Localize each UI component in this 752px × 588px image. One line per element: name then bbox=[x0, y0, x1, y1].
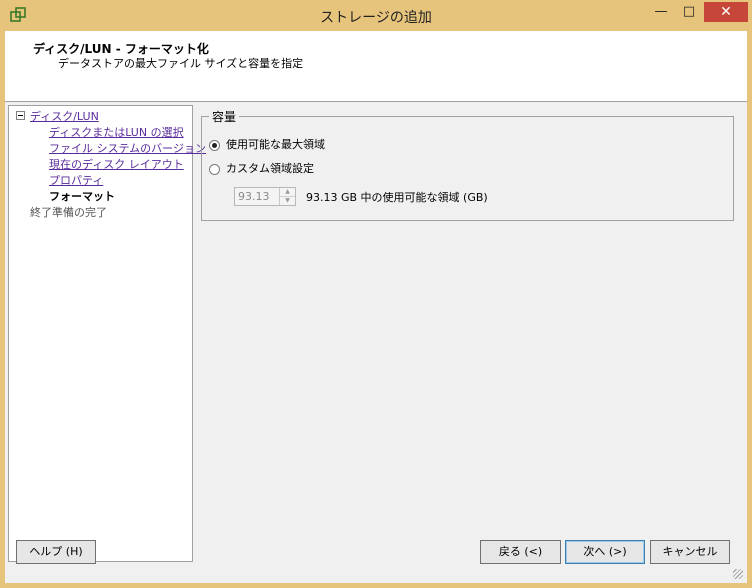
collapse-icon[interactable] bbox=[16, 111, 25, 120]
page-subtitle: データストアの最大ファイル サイズと容量を指定 bbox=[58, 57, 304, 70]
next-button[interactable]: 次へ (>) bbox=[565, 540, 645, 564]
maximize-button[interactable]: □ bbox=[676, 2, 702, 22]
minimize-icon: — bbox=[654, 4, 668, 19]
capacity-value: 93.13 bbox=[238, 190, 270, 203]
title-bar[interactable]: ストレージの追加 — □ ✕ bbox=[0, 0, 752, 31]
resize-grip-icon[interactable] bbox=[733, 569, 743, 579]
wizard-steps: ディスク/LUN ディスクまたはLUN の選択 ファイル システムのバージョン … bbox=[8, 105, 206, 562]
step-select-disk[interactable]: ディスクまたはLUN の選択 bbox=[49, 124, 184, 140]
cancel-button[interactable]: キャンセル bbox=[650, 540, 730, 564]
option-max-label: 使用可能な最大領域 bbox=[226, 138, 325, 151]
back-button[interactable]: 戻る (<) bbox=[480, 540, 561, 564]
radio-custom-space[interactable] bbox=[209, 163, 220, 175]
option-custom-space[interactable]: カスタム領域設定 bbox=[209, 160, 314, 176]
window-frame: ストレージの追加 — □ ✕ ディスク/LUN - フォーマット化 データストア… bbox=[0, 0, 752, 588]
close-button[interactable]: ✕ bbox=[704, 2, 748, 22]
step-fs-version[interactable]: ファイル システムのバージョン bbox=[49, 140, 206, 156]
wizard-header: ディスク/LUN - フォーマット化 データストアの最大ファイル サイズと容量を… bbox=[5, 31, 747, 102]
window-title: ストレージの追加 bbox=[320, 10, 432, 26]
step-properties[interactable]: プロパティ bbox=[49, 172, 103, 188]
step-disk-layout[interactable]: 現在のディスク レイアウト bbox=[49, 156, 184, 172]
radio-max-space[interactable] bbox=[209, 139, 220, 151]
minimize-button[interactable]: — bbox=[648, 2, 674, 22]
stepper-down-icon: ▼ bbox=[285, 197, 290, 204]
step-ready: 終了準備の完了 bbox=[30, 206, 107, 219]
capacity-legend: 容量 bbox=[209, 108, 240, 125]
help-button[interactable]: ヘルプ (H) bbox=[16, 540, 96, 564]
capacity-note: 93.13 GB 中の使用可能な領域 (GB) bbox=[306, 191, 488, 204]
option-custom-label: カスタム領域設定 bbox=[226, 162, 314, 175]
maximize-icon: □ bbox=[682, 4, 696, 19]
stepper-buttons: ▲ ▼ bbox=[279, 188, 295, 205]
step-disk-lun[interactable]: ディスク/LUN bbox=[30, 108, 99, 124]
capacity-group: 容量 使用可能な最大領域 カスタム領域設定 93.13 ▲ ▼ 93.13 GB… bbox=[201, 108, 734, 221]
close-icon: ✕ bbox=[720, 4, 732, 20]
capacity-stepper: 93.13 ▲ ▼ bbox=[234, 187, 296, 206]
dialog-client: ディスク/LUN - フォーマット化 データストアの最大ファイル サイズと容量を… bbox=[5, 31, 747, 583]
option-max-space[interactable]: 使用可能な最大領域 bbox=[209, 136, 325, 152]
stepper-up-icon: ▲ bbox=[280, 188, 295, 197]
step-format: フォーマット bbox=[49, 190, 115, 203]
content-panel: 容量 使用可能な最大領域 カスタム領域設定 93.13 ▲ ▼ 93.13 GB… bbox=[194, 105, 744, 560]
